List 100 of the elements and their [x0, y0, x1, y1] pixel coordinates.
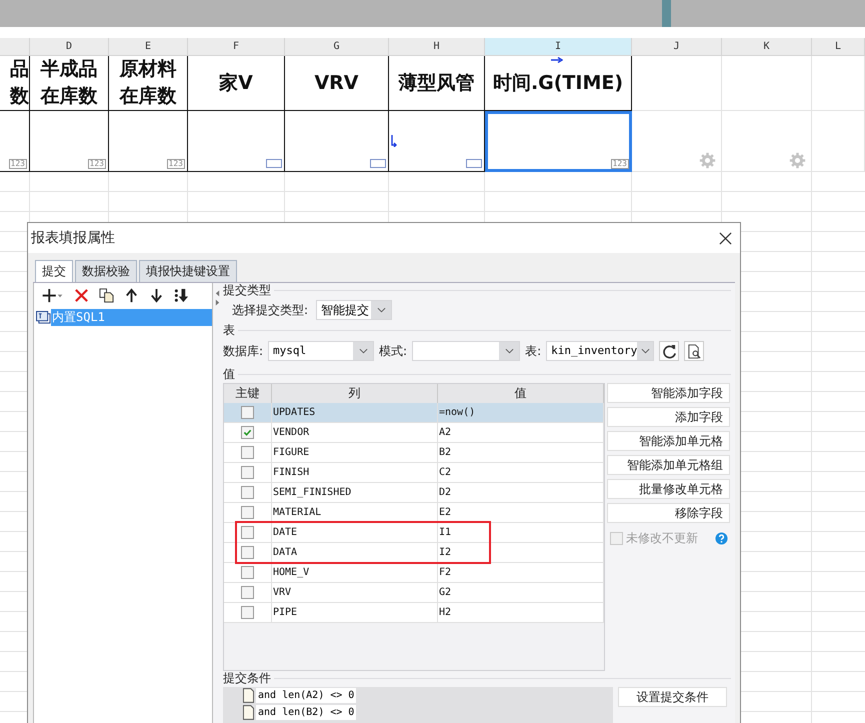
checkbox[interactable] — [241, 466, 254, 479]
table-cell: B2 — [438, 447, 452, 458]
database-dropdown[interactable]: mysql — [268, 341, 374, 361]
table-dropdown[interactable]: kin_inventory — [546, 341, 654, 361]
text-field-icon — [370, 159, 386, 168]
condition-item[interactable]: and len(B2) <> 0 — [256, 705, 356, 720]
spreadsheet-cell[interactable] — [188, 111, 285, 172]
column-header[interactable]: G — [285, 38, 389, 56]
header-text: 家V — [219, 70, 253, 96]
header-text: VRV — [314, 70, 359, 96]
spreadsheet-cell[interactable]: 123 — [30, 111, 109, 172]
number-badge: 123 — [610, 159, 629, 169]
schema-dropdown[interactable] — [412, 341, 520, 361]
spreadsheet-cell[interactable]: 薄型风管 — [389, 56, 485, 111]
table-cell: A2 — [438, 427, 452, 438]
table-row[interactable]: FIGURE B2 — [224, 443, 604, 463]
spreadsheet-cell[interactable]: 原材料 在库数 — [109, 56, 188, 111]
column-header[interactable]: J — [632, 38, 722, 56]
table-row[interactable]: SEMI_FINISHED D2 — [224, 483, 604, 503]
copy-icon[interactable] — [99, 288, 114, 302]
text-field-icon — [266, 159, 282, 168]
gear-icon[interactable] — [699, 152, 716, 169]
spreadsheet-cell[interactable] — [285, 111, 389, 172]
checkbox[interactable] — [241, 406, 254, 419]
delete-icon[interactable] — [74, 288, 89, 302]
table-row[interactable]: FINISH C2 — [224, 463, 604, 483]
checkbox[interactable] — [241, 566, 254, 579]
gear-icon[interactable] — [789, 152, 806, 169]
table-cell: I1 — [438, 527, 452, 538]
spreadsheet-cell[interactable]: 家V — [188, 56, 285, 111]
checkbox[interactable] — [241, 586, 254, 599]
checkbox[interactable] — [241, 426, 254, 439]
split-handle — [662, 0, 671, 27]
field-label: 模式: — [379, 342, 408, 360]
column-header[interactable]: L — [812, 38, 865, 56]
table-cell: C2 — [438, 467, 452, 478]
table-row[interactable]: VENDOR A2 — [224, 423, 604, 443]
table-icon — [36, 311, 51, 324]
action-button[interactable]: 添加字段 — [607, 407, 730, 427]
column-header[interactable]: H — [389, 38, 485, 56]
action-button[interactable]: 移除字段 — [607, 503, 730, 523]
collapse-arrows-icon[interactable] — [214, 289, 220, 307]
caret-icon — [640, 348, 650, 354]
spreadsheet-cell[interactable]: 品 数 — [0, 56, 30, 111]
arrow-up-icon[interactable] — [124, 288, 139, 302]
action-button[interactable]: 批量修改单元格 — [607, 479, 730, 499]
action-button[interactable]: 智能添加字段 — [607, 383, 730, 403]
table-row[interactable]: VRV G2 — [224, 583, 604, 603]
checkbox[interactable] — [241, 546, 254, 559]
checkbox[interactable] — [241, 486, 254, 499]
table-cell: E2 — [438, 507, 452, 518]
number-badge: 123 — [166, 159, 185, 169]
table-row[interactable]: MATERIAL E2 — [224, 503, 604, 523]
checkbox[interactable] — [241, 446, 254, 459]
spreadsheet-cell[interactable]: 时间.G(TIME) — [485, 56, 632, 111]
add-icon[interactable] — [42, 288, 64, 302]
tab[interactable]: 填报快捷键设置 — [139, 260, 237, 282]
column-header[interactable]: K — [722, 38, 812, 56]
checkbox[interactable] — [241, 526, 254, 539]
submit-type-dropdown[interactable]: 智能提交 — [316, 300, 392, 320]
column-header[interactable]: F — [188, 38, 285, 56]
checkbox[interactable] — [241, 506, 254, 519]
move-to-bottom-icon[interactable] — [174, 288, 189, 302]
number-badge: 123 — [88, 159, 106, 169]
spreadsheet-cell[interactable]: 123 — [0, 111, 30, 172]
field-label: 表: — [525, 342, 542, 360]
section-label: 提交类型 — [223, 282, 272, 298]
table-row[interactable]: UPDATES =now() — [224, 403, 604, 423]
header-text: 半成品 在库数 — [40, 57, 98, 109]
dialog-title: 报表填报属性 — [31, 229, 115, 247]
close-icon[interactable] — [719, 232, 732, 244]
action-button[interactable]: 智能添加单元格 — [607, 431, 730, 451]
spreadsheet-cell[interactable]: 半成品 在库数 — [30, 56, 109, 111]
spreadsheet-cell[interactable] — [389, 111, 485, 172]
arrow-down-icon[interactable] — [149, 288, 164, 302]
column-header[interactable]: D — [30, 38, 109, 56]
caret-icon — [376, 307, 386, 313]
table-row[interactable]: PIPE H2 — [224, 603, 604, 623]
header-text: 品 数 — [10, 57, 29, 109]
checkbox[interactable] — [241, 606, 254, 619]
table-row[interactable]: DATA I2 — [224, 543, 604, 563]
preview-button[interactable] — [684, 341, 704, 361]
table-cell: DATE — [272, 527, 298, 538]
column-header[interactable]: I — [485, 38, 632, 56]
action-button[interactable]: 智能添加单元格组 — [607, 455, 730, 475]
table-cell: FINISH — [272, 467, 310, 478]
help-icon[interactable] — [715, 532, 728, 545]
set-conditions-button[interactable]: 设置提交条件 — [618, 687, 727, 707]
table-row[interactable]: HOME_V F2 — [224, 563, 604, 583]
spreadsheet-cell[interactable]: 123 — [485, 111, 632, 172]
spreadsheet-cell[interactable]: 123 — [109, 111, 188, 172]
condition-item[interactable]: and len(A2) <> 0 — [256, 688, 356, 703]
table-cell: VRV — [272, 587, 292, 598]
table-cell: D2 — [438, 487, 452, 498]
tab[interactable]: 数据校验 — [75, 260, 137, 282]
table-row[interactable]: DATE I1 — [224, 523, 604, 543]
column-header[interactable]: E — [109, 38, 188, 56]
refresh-button[interactable] — [659, 341, 680, 361]
spreadsheet-cell[interactable]: VRV — [285, 56, 389, 111]
tab[interactable]: 提交 — [35, 260, 73, 282]
